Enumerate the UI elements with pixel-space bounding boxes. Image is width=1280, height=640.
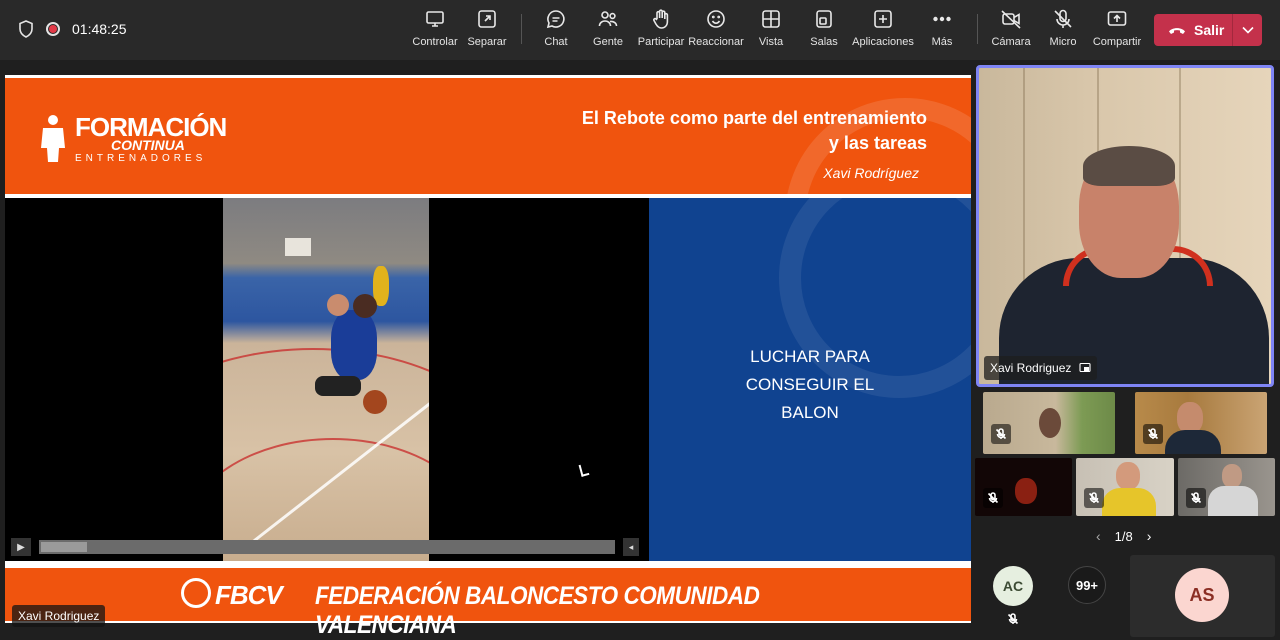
volume-icon: ◂	[628, 541, 634, 552]
more-icon	[933, 16, 951, 22]
play-icon: ▶	[17, 541, 25, 553]
volume-button[interactable]: ◂	[623, 538, 639, 556]
gallery-pager: ‹ 1/8 ›	[1096, 528, 1151, 544]
play-button[interactable]: ▶	[11, 538, 31, 556]
chevron-right-icon[interactable]: ›	[1147, 528, 1152, 544]
embedded-video[interactable]: ▶ ◂	[5, 198, 649, 561]
slide-footer: FBCV FEDERACIÓN BALONCESTO COMUNIDAD VAL…	[5, 565, 971, 639]
video-frame	[223, 198, 429, 561]
camera-off-icon	[1001, 10, 1021, 29]
people-button[interactable]: Gente	[593, 8, 623, 54]
participant-thumbnail[interactable]	[1076, 458, 1174, 516]
people-icon	[598, 11, 618, 27]
smile-icon	[707, 10, 725, 28]
meeting-toolbar: 01:48:25 Controlar Separar Chat Gente Pa…	[0, 0, 1280, 60]
slide-text-panel: LUCHAR PARA CONSEGUIR EL BALON	[649, 198, 971, 561]
participant-name-tag: Xavi Rodriguez	[984, 356, 1098, 380]
avatar-ac[interactable]: AC	[993, 566, 1033, 606]
fbcv-logo: FBCV	[215, 580, 283, 610]
mic-off-icon	[1054, 9, 1072, 28]
participant-thumbnail[interactable]	[1178, 458, 1275, 516]
phone-hangup-icon	[1169, 28, 1185, 34]
avatar-as: AS	[1175, 568, 1229, 622]
page-indicator: 1/8	[1114, 528, 1133, 544]
control-button[interactable]: Controlar	[412, 8, 458, 54]
mic-off-icon	[1088, 492, 1100, 504]
view-button[interactable]: Vista	[758, 8, 784, 54]
participant-thumbnail[interactable]	[975, 458, 1072, 516]
chevron-down-icon	[1241, 26, 1254, 34]
presenter-name-tag: Xavi Rodriguez	[12, 605, 106, 627]
federation-name: FEDERACIÓN BALONCESTO COMUNIDAD VALENCIA…	[315, 582, 760, 639]
basketball	[363, 390, 387, 414]
share-icon	[1107, 11, 1127, 26]
mic-off-icon	[1190, 492, 1202, 504]
chat-button[interactable]: Chat	[542, 8, 570, 54]
raise-hand-button[interactable]: Participar	[638, 8, 684, 54]
leave-button[interactable]: Salir	[1154, 14, 1232, 46]
recording-icon	[46, 22, 60, 36]
slide-key-message: LUCHAR PARA CONSEGUIR EL BALON	[745, 347, 875, 422]
teams-meeting-window: 01:48:25 Controlar Separar Chat Gente Pa…	[0, 0, 1280, 640]
monitor-icon	[426, 11, 444, 27]
grid-icon	[762, 10, 780, 28]
chevron-left-icon[interactable]: ‹	[1096, 528, 1101, 544]
shield-icon	[19, 20, 33, 38]
fbcv-basketball-icon	[181, 578, 211, 608]
participant-thumbnail[interactable]	[983, 392, 1115, 454]
camera-button[interactable]: Cámara	[991, 8, 1031, 54]
apps-button[interactable]: Aplicaciones	[852, 8, 914, 54]
popout-icon	[478, 10, 496, 28]
meeting-timer: 01:48:25	[72, 21, 127, 37]
video-controls: ▶ ◂	[11, 538, 639, 556]
toolbar-divider	[977, 14, 978, 44]
popout-button[interactable]: Separar	[467, 8, 507, 54]
raise-hand-icon	[653, 9, 669, 29]
meeting-info: 01:48:25	[18, 20, 127, 38]
coach-silhouette-icon	[41, 115, 65, 162]
share-button[interactable]: Compartir	[1093, 8, 1141, 54]
participant-thumbnail[interactable]	[1135, 392, 1267, 454]
more-participants-count[interactable]: 99+	[1068, 566, 1106, 604]
rooms-button[interactable]: Salas	[810, 8, 838, 54]
shared-presentation: FORMACIÓN CONTINUA ENTRENADORES El Rebot…	[5, 75, 971, 639]
mic-button[interactable]: Micro	[1049, 8, 1077, 54]
toolbar-divider	[521, 14, 522, 44]
main-participant-video[interactable]: Xavi Rodriguez	[976, 65, 1274, 387]
leave-options-dropdown[interactable]	[1233, 14, 1262, 46]
seek-thumb[interactable]	[41, 542, 87, 552]
mic-off-icon	[995, 428, 1007, 440]
slide-title: El Rebote como parte del entrenamiento y…	[581, 108, 927, 153]
mic-off-icon	[1007, 613, 1019, 625]
video-seek-bar[interactable]	[39, 540, 615, 554]
apps-icon	[874, 10, 892, 28]
leave-button-group: Salir	[1154, 14, 1262, 46]
slide-header: FORMACIÓN CONTINUA ENTRENADORES El Rebot…	[5, 78, 971, 194]
react-button[interactable]: Reaccionar	[688, 8, 744, 54]
slide-author: Xavi Rodríguez	[823, 165, 919, 181]
more-button[interactable]: Más	[930, 8, 954, 54]
participant-avatars: AC 99+ AS	[972, 553, 1280, 640]
rooms-icon	[816, 10, 832, 28]
formacion-continua-logo: FORMACIÓN CONTINUA ENTRENADORES	[37, 114, 227, 164]
mic-off-icon	[987, 492, 999, 504]
share-screen-icon	[1079, 362, 1091, 373]
mic-off-icon	[1147, 428, 1159, 440]
chat-icon	[546, 10, 565, 29]
